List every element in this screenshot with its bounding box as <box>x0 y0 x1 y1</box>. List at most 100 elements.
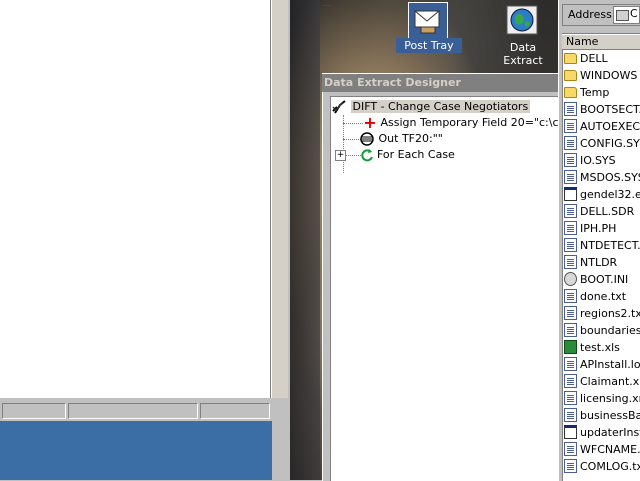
file-list-item[interactable]: IPH.PH <box>564 221 640 237</box>
doc-icon <box>564 391 577 405</box>
file-name: boundaries. <box>580 324 640 337</box>
drive-icon <box>616 10 629 21</box>
file-name: COMLOG.txt <box>580 460 640 473</box>
data-extract-label-line2: Extract <box>503 54 543 67</box>
file-name: DELL <box>580 52 608 65</box>
folder-icon <box>564 69 577 81</box>
designer-tree-view[interactable]: DIFT - Change Case Negotiators + Assign … <box>330 96 583 481</box>
file-list-item[interactable]: gendel32.ex <box>564 187 640 203</box>
address-input[interactable]: C <box>613 6 640 24</box>
folder-icon <box>564 52 577 64</box>
file-list-item[interactable]: CONFIG.SYS <box>564 136 640 152</box>
status-cell-3 <box>200 403 270 419</box>
file-name: IPH.PH <box>580 222 617 235</box>
file-list-item[interactable]: done.txt <box>564 289 640 305</box>
doc-icon <box>564 238 577 252</box>
doc-icon <box>564 204 577 218</box>
file-name: BOOTSECT. <box>580 103 640 116</box>
file-list-item[interactable]: DELL <box>564 51 640 67</box>
tool-check-icon <box>331 100 347 114</box>
column-header-name[interactable]: Name <box>562 34 640 50</box>
tree-item-out-label: Out TF20:"" <box>378 132 443 145</box>
xls-icon <box>564 340 577 354</box>
file-name: done.txt <box>580 290 627 303</box>
file-name: NTLDR <box>580 256 618 269</box>
file-list-item[interactable]: Temp <box>564 85 640 101</box>
file-list-item[interactable]: APInstall.log <box>564 357 640 373</box>
file-list-item[interactable]: WINDOWS <box>564 68 640 84</box>
file-list-item[interactable]: updaterInst <box>564 425 640 441</box>
tree-item-for-each-label: For Each Case <box>377 148 455 161</box>
file-list-item[interactable]: BOOT.INI <box>564 272 640 288</box>
data-extract-label[interactable]: Data Extract <box>493 41 553 67</box>
file-name: updaterInst <box>580 426 640 439</box>
doc-icon <box>564 170 577 184</box>
file-list-item[interactable]: licensing.xm <box>564 391 640 407</box>
file-name: BOOT.INI <box>580 273 629 286</box>
file-name: Claimant.xm <box>580 375 640 388</box>
file-name: APInstall.log <box>580 358 640 371</box>
file-list-item[interactable]: test.xls <box>564 340 640 356</box>
tree-item-assign-label: Assign Temporary Field 20="c:\case_ <box>380 116 584 129</box>
doc-icon <box>564 442 577 456</box>
file-list-item[interactable]: COMLOG.txt <box>564 459 640 475</box>
file-list-item[interactable]: regions2.txt <box>564 306 640 322</box>
file-name: WFCNAME.I <box>580 443 640 456</box>
file-list-item[interactable]: IO.SYS <box>564 153 640 169</box>
file-list-item[interactable]: Claimant.xm <box>564 374 640 390</box>
tree-item-root[interactable]: DIFT - Change Case Negotiators <box>331 99 531 115</box>
post-tray-label[interactable]: Post Tray <box>396 38 462 53</box>
tree-item-out[interactable]: Out TF20:"" <box>359 131 443 147</box>
file-name: CONFIG.SYS <box>580 137 640 150</box>
file-name: test.xls <box>580 341 620 354</box>
doc-icon <box>564 153 577 167</box>
file-name: gendel32.ex <box>580 188 640 201</box>
doc-icon <box>564 136 577 150</box>
file-list-item[interactable]: AUTOEXEC. <box>564 119 640 135</box>
left-status-bar <box>0 400 290 420</box>
file-list-item[interactable]: DELL.SDR <box>564 204 640 220</box>
gear-icon <box>564 272 577 286</box>
desktop-icon-label-partial[interactable]: ... <box>322 0 384 6</box>
desktop-dark-stripe <box>290 0 320 480</box>
file-name: IO.SYS <box>580 154 616 167</box>
post-tray-icon[interactable] <box>408 2 448 40</box>
doc-icon <box>564 306 577 320</box>
data-extract-globe-icon[interactable] <box>505 4 539 36</box>
tree-item-assign[interactable]: + Assign Temporary Field 20="c:\case_ <box>363 115 583 131</box>
doc-icon <box>564 255 577 269</box>
file-name: businessBar <box>580 409 640 422</box>
status-cell-1 <box>2 403 66 419</box>
tree-expand-plus-icon[interactable]: + <box>335 149 346 161</box>
file-name: MSDOS.SYS <box>580 171 640 184</box>
doc-icon <box>564 357 577 371</box>
tree-item-for-each[interactable]: + For Each Case <box>335 147 455 163</box>
file-name: regions2.txt <box>580 307 640 320</box>
file-list-item[interactable]: NTLDR <box>564 255 640 271</box>
doc-icon <box>564 323 577 337</box>
file-list-item[interactable]: WFCNAME.I <box>564 442 640 458</box>
app-icon <box>564 425 577 439</box>
folder-icon <box>564 86 577 98</box>
app-icon <box>564 187 577 201</box>
file-list-item[interactable]: boundaries. <box>564 323 640 339</box>
file-name: AUTOEXEC. <box>580 120 640 133</box>
doc-icon <box>564 102 577 116</box>
file-name: DELL.SDR <box>580 205 635 218</box>
address-label: Address <box>568 8 612 21</box>
tree-connector-h1 <box>343 123 363 124</box>
file-list-item[interactable]: MSDOS.SYS <box>564 170 640 186</box>
left-document-area[interactable] <box>0 0 271 398</box>
file-list-item[interactable]: NTDETECT.C <box>564 238 640 254</box>
taskbar-area <box>0 421 272 480</box>
file-list-item[interactable]: BOOTSECT. <box>564 102 640 118</box>
left-vertical-scrollbar[interactable] <box>271 0 288 398</box>
doc-icon <box>564 289 577 303</box>
file-list-item[interactable]: businessBar <box>564 408 640 424</box>
designer-title-bar[interactable]: Data Extract Designer <box>322 74 558 92</box>
address-value: C <box>630 7 638 20</box>
file-name: WINDOWS <box>580 69 638 82</box>
output-icon <box>359 132 375 146</box>
doc-icon <box>564 119 577 133</box>
file-name: NTDETECT.C <box>580 239 640 252</box>
